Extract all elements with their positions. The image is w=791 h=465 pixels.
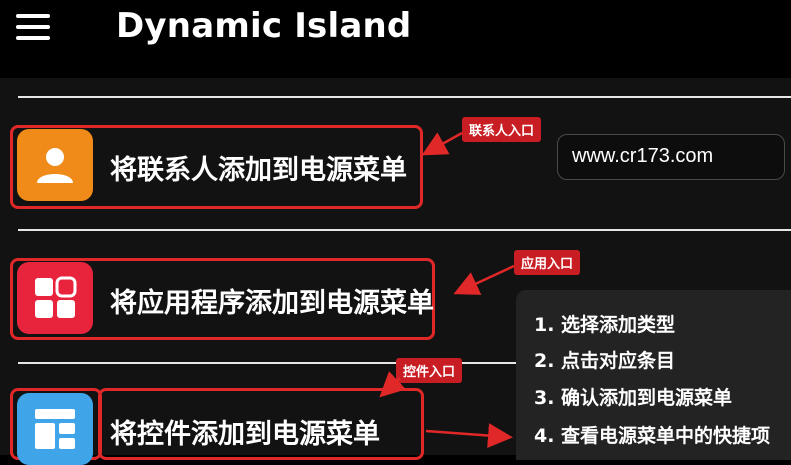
annotation-arrows xyxy=(379,131,515,449)
step-arrow xyxy=(425,423,513,449)
app-arrow xyxy=(453,264,515,295)
contact-arrow xyxy=(421,131,463,156)
widget-arrow xyxy=(379,371,407,398)
